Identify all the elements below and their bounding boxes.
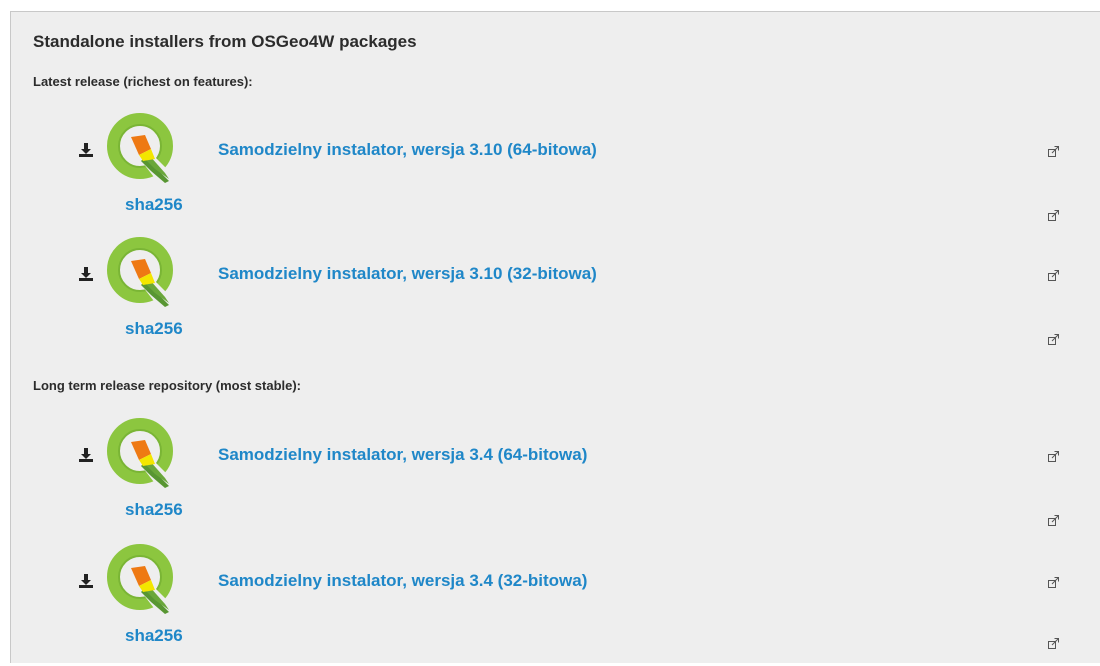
external-link-icon[interactable] bbox=[1048, 210, 1059, 221]
download-icon[interactable] bbox=[79, 267, 93, 281]
download-icon[interactable] bbox=[79, 143, 93, 157]
sha256-link[interactable]: sha256 bbox=[125, 500, 183, 520]
qgis-logo[interactable] bbox=[105, 542, 179, 616]
qgis-logo[interactable] bbox=[105, 235, 179, 309]
external-link-icon[interactable] bbox=[1048, 334, 1059, 345]
external-link-icon[interactable] bbox=[1048, 146, 1059, 157]
download-icon[interactable] bbox=[79, 574, 93, 588]
external-link-icon[interactable] bbox=[1048, 638, 1059, 649]
qgis-logo[interactable] bbox=[105, 416, 179, 490]
page-title: Standalone installers from OSGeo4W packa… bbox=[33, 32, 417, 51]
external-link-icon[interactable] bbox=[1048, 451, 1059, 462]
section-label-ltr: Long term release repository (most stabl… bbox=[33, 378, 302, 393]
installer-link[interactable]: Samodzielny instalator, wersja 3.4 (64-b… bbox=[218, 445, 587, 465]
installer-row: Samodzielny instalator, wersja 3.10 (32-… bbox=[11, 235, 1099, 359]
section-label-latest: Latest release (richest on features): bbox=[33, 74, 253, 89]
installer-link[interactable]: Samodzielny instalator, wersja 3.4 (32-b… bbox=[218, 571, 587, 591]
qgis-logo[interactable] bbox=[105, 111, 179, 185]
download-icon[interactable] bbox=[79, 448, 93, 462]
installer-row: Samodzielny instalator, wersja 3.4 (64-b… bbox=[11, 416, 1099, 540]
external-link-icon[interactable] bbox=[1048, 577, 1059, 588]
sha256-link[interactable]: sha256 bbox=[125, 319, 183, 339]
sha256-link[interactable]: sha256 bbox=[125, 626, 183, 646]
installer-link[interactable]: Samodzielny instalator, wersja 3.10 (32-… bbox=[218, 264, 597, 284]
installers-panel: Standalone installers from OSGeo4W packa… bbox=[10, 11, 1100, 663]
installer-row: Samodzielny instalator, wersja 3.10 (64-… bbox=[11, 111, 1099, 235]
sha256-link[interactable]: sha256 bbox=[125, 195, 183, 215]
external-link-icon[interactable] bbox=[1048, 270, 1059, 281]
installer-link[interactable]: Samodzielny instalator, wersja 3.10 (64-… bbox=[218, 140, 597, 160]
installer-row: Samodzielny instalator, wersja 3.4 (32-b… bbox=[11, 542, 1099, 666]
external-link-icon[interactable] bbox=[1048, 515, 1059, 526]
